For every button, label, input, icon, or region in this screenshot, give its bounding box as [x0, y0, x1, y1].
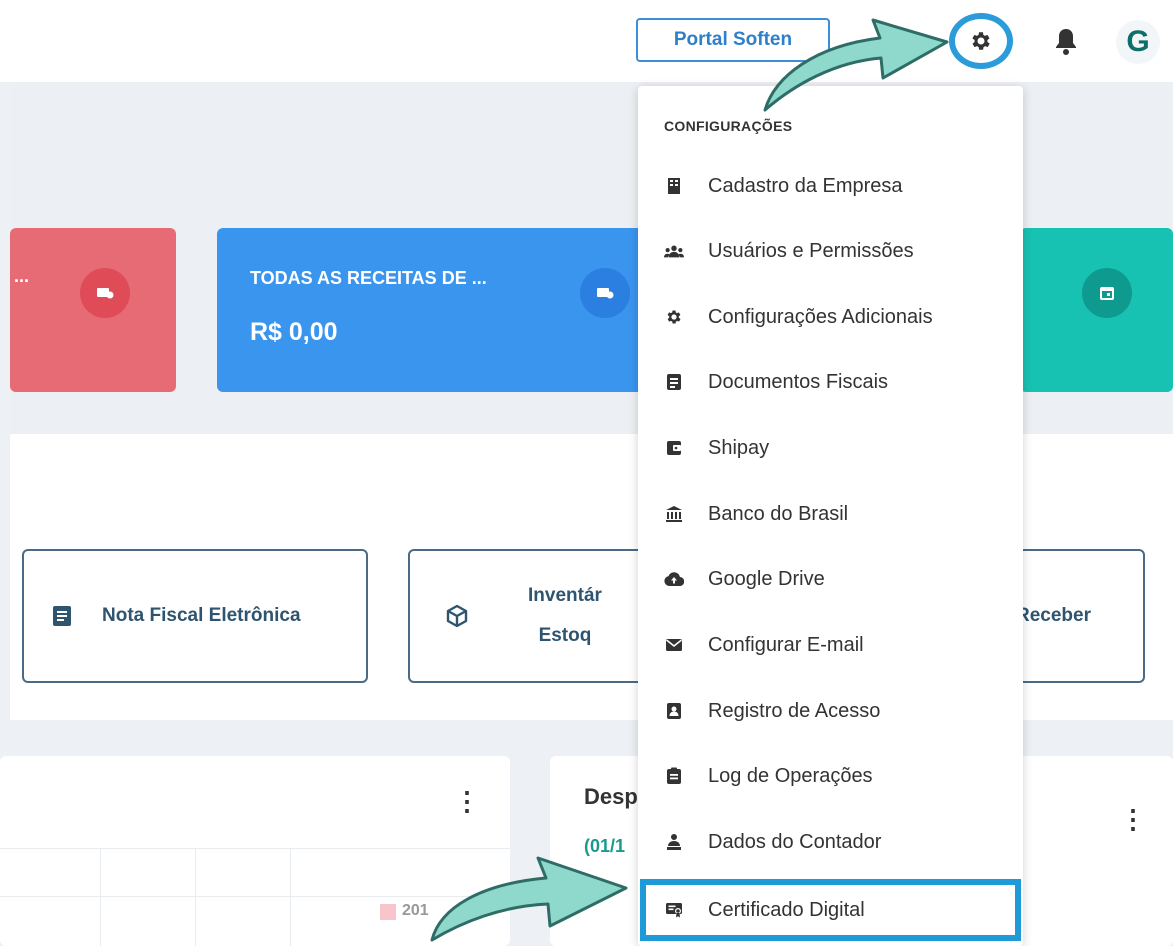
settings-dropdown-menu: CONFIGURAÇÕES Cadastro da Empresa Usuári…: [638, 86, 1023, 946]
menu-item-label: Configurações Adicionais: [708, 305, 933, 328]
nota-fiscal-label: Nota Fiscal Eletrônica: [102, 605, 301, 626]
envelope-icon: [664, 635, 684, 655]
menu-item-label: Configurar E-mail: [708, 633, 864, 656]
summary-card-receitas[interactable]: TODAS AS RECEITAS DE ... R$ 0,00: [217, 228, 657, 392]
settings-button[interactable]: [949, 13, 1013, 69]
menu-item-label: Log de Operações: [708, 764, 873, 787]
bank-icon: [664, 504, 684, 524]
menu-item-banco-brasil[interactable]: Banco do Brasil: [638, 483, 1023, 545]
legend-label: 201: [402, 902, 429, 919]
summary-card-red[interactable]: ...: [10, 228, 176, 392]
card-receitas-value: R$ 0,00: [250, 318, 338, 346]
nota-fiscal-button[interactable]: Nota Fiscal Eletrônica: [22, 549, 368, 683]
bell-icon: [1056, 29, 1076, 55]
menu-header: CONFIGURAÇÕES: [664, 118, 793, 134]
id-badge-icon: [664, 701, 684, 721]
menu-item-label: Cadastro da Empresa: [708, 174, 903, 197]
certificado-digital-highlight: [640, 879, 1021, 941]
menu-item-label: Registro de Acesso: [708, 699, 881, 722]
menu-item-log-operacoes[interactable]: Log de Operações: [638, 745, 1023, 807]
annotation-arrow-top: [763, 18, 949, 112]
calendar-icon: [1100, 287, 1114, 300]
gear-icon: [972, 32, 990, 50]
menu-item-label: Banco do Brasil: [708, 502, 849, 525]
user-avatar[interactable]: G: [1116, 20, 1160, 64]
panel-left-menu-icon[interactable]: ⋮: [454, 788, 480, 814]
receber-label: Receber: [1016, 605, 1091, 626]
inventario-label-line1: Inventár: [528, 585, 602, 606]
avatar-letter: G: [1126, 25, 1150, 58]
notifications-button[interactable]: [1052, 26, 1080, 58]
grid-line: [0, 848, 510, 849]
menu-item-label: Dados do Contador: [708, 830, 882, 853]
wallet-icon: [664, 438, 684, 458]
grid-line: [195, 848, 196, 946]
menu-item-registro-acesso[interactable]: Registro de Acesso: [638, 680, 1023, 742]
menu-item-configuracoes-adicionais[interactable]: Configurações Adicionais: [638, 286, 1023, 348]
grid-line: [290, 848, 291, 946]
users-icon: [664, 241, 684, 261]
document-icon: [53, 606, 71, 626]
menu-item-usuarios-permissoes[interactable]: Usuários e Permissões: [638, 220, 1023, 282]
menu-item-label: Shipay: [708, 436, 770, 459]
inventario-label-line2: Estoq: [538, 625, 592, 646]
card-red-icon-circle: [80, 268, 130, 318]
menu-item-cadastro-empresa[interactable]: Cadastro da Empresa: [638, 155, 1023, 217]
menu-item-dados-contador[interactable]: Dados do Contador: [638, 811, 1023, 873]
menu-item-label: Usuários e Permissões: [708, 239, 914, 262]
menu-item-documentos-fiscais[interactable]: Documentos Fiscais: [638, 351, 1023, 413]
gear-icon: [664, 307, 684, 327]
box-icon: [446, 604, 468, 628]
money-icon: [97, 288, 114, 299]
cloud-upload-icon: [664, 569, 684, 589]
panel-right-menu-icon[interactable]: ⋮: [1120, 806, 1146, 832]
despesas-title: Desp: [584, 784, 638, 809]
card-teal-icon-circle: [1082, 268, 1132, 318]
menu-item-configurar-email[interactable]: Configurar E-mail: [638, 614, 1023, 676]
clipboard-icon: [664, 766, 684, 786]
annotation-arrow-bottom: [430, 856, 628, 942]
card-receitas-title: TODAS AS RECEITAS DE ...: [250, 268, 487, 288]
menu-item-label: Documentos Fiscais: [708, 370, 889, 393]
accountant-icon: [664, 832, 684, 852]
money-icon: [597, 288, 614, 299]
legend-swatch: [380, 904, 396, 920]
receber-button[interactable]: Receber: [1016, 549, 1145, 683]
grid-line: [100, 848, 101, 946]
building-icon: [664, 176, 684, 196]
menu-item-label: Google Drive: [708, 567, 825, 590]
menu-item-google-drive[interactable]: Google Drive: [638, 548, 1023, 610]
menu-item-shipay[interactable]: Shipay: [638, 417, 1023, 479]
card-red-title: ...: [14, 266, 30, 286]
inventario-button[interactable]: Inventár Estoq: [408, 549, 648, 683]
summary-card-teal[interactable]: [1020, 228, 1173, 392]
document-icon: [664, 372, 684, 392]
card-blue-icon-circle: [580, 268, 630, 318]
